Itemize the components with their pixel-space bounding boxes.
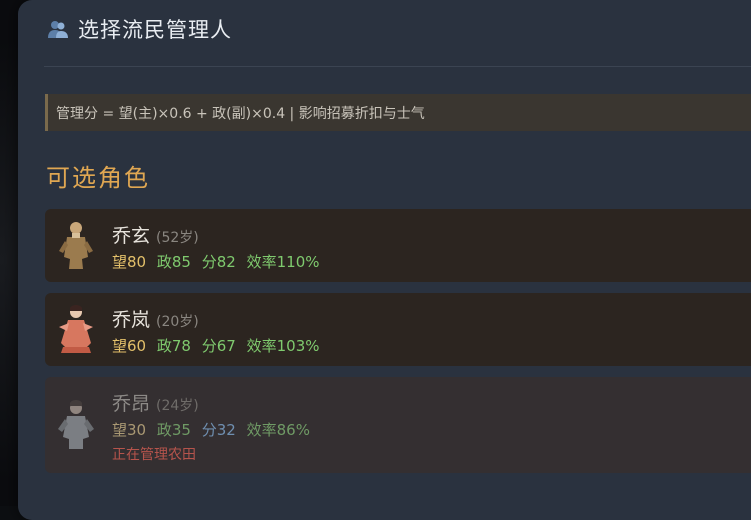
stat-prestige: 望80 [112,253,147,271]
young-woman-portrait [59,305,93,353]
candidate-name-line: 乔玄 (52岁) [112,221,199,248]
candidate-stats: 望60 政78 分67 效率103% [112,335,326,356]
candidate-name-line: 乔昂 (24岁) [112,389,199,416]
stat-efficiency: 效率110% [246,253,320,271]
candidate-card-qiao-ang: 乔昂 (24岁) 望30 政35 分32 效率86% 正在管理农田 [45,377,751,473]
candidate-name: 乔岚 [112,309,151,331]
header-divider [44,66,751,67]
formula-hint: 管理分 = 望(主)×0.6 + 政(副)×0.4 | 影响招募折扣与士气 [45,94,751,131]
stat-politics: 政85 [156,253,191,271]
candidate-card-qiao-xuan[interactable]: 乔玄 (52岁) 望80 政85 分82 效率110% [45,209,751,282]
stat-politics: 政78 [156,337,191,355]
people-icon [48,21,68,38]
candidate-name: 乔昂 [112,393,151,415]
candidate-status-note: 正在管理农田 [112,447,196,463]
stat-politics: 政35 [156,421,191,439]
candidate-card-qiao-lan[interactable]: 乔岚 (20岁) 望60 政78 分67 效率103% [45,293,751,366]
stat-efficiency: 效率86% [246,421,310,439]
candidate-age: (24岁) [156,398,199,414]
dialog-title: 选择流民管理人 [78,18,232,42]
stat-prestige: 望30 [112,421,147,439]
elder-official-portrait [59,222,93,269]
candidate-name-line: 乔岚 (20岁) [112,305,199,332]
stat-score: 分32 [201,421,236,439]
dialog-header: 选择流民管理人 [46,12,232,46]
candidate-age: (20岁) [156,314,199,330]
candidate-age: (52岁) [156,230,199,246]
candidate-name: 乔玄 [112,225,151,247]
candidate-stats: 望80 政85 分82 效率110% [112,251,326,272]
young-man-portrait [58,400,94,449]
candidate-stats: 望30 政35 分32 效率86% [112,419,316,440]
stat-score: 分67 [201,337,236,355]
stat-prestige: 望60 [112,337,147,355]
section-title: 可选角色 [46,164,150,192]
stat-score: 分82 [201,253,236,271]
stat-efficiency: 效率103% [246,337,320,355]
